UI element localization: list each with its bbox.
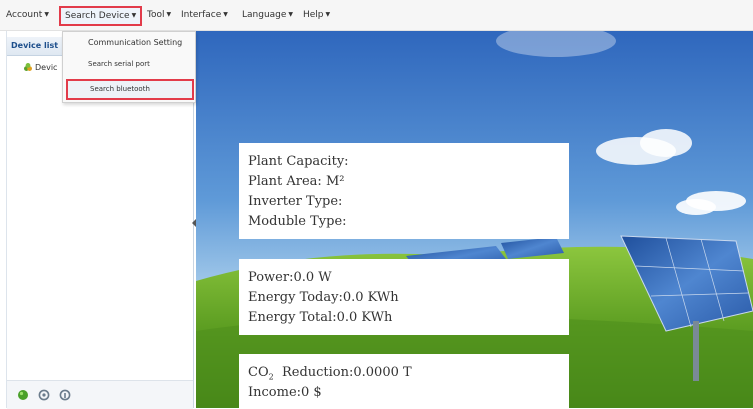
menu-search-device-label: Search Device xyxy=(65,11,130,21)
module-type: Moduble Type: xyxy=(248,214,347,229)
energy-card: Power:0.0 W Energy Today:0.0 KWh Energy … xyxy=(239,259,569,335)
energy-today: Energy Today:0.0 KWh xyxy=(248,290,399,305)
device-panel-toolbar xyxy=(7,380,193,409)
caret-down-icon: ▼ xyxy=(288,11,294,18)
co2-label: CO xyxy=(248,365,269,380)
plant-icon xyxy=(24,63,32,71)
energy-total: Energy Total:0.0 KWh xyxy=(248,310,393,325)
menu-tool[interactable]: Tool ▼ xyxy=(147,10,171,20)
device-tree-item[interactable]: Devic xyxy=(24,63,57,75)
dashboard-area: Plant Capacity: Plant Area: M² Inverter … xyxy=(196,31,753,408)
menu-help[interactable]: Help ▼ xyxy=(303,10,330,20)
menu-item-search-bluetooth[interactable]: Search bluetooth xyxy=(66,79,194,100)
menu-interface-label: Interface xyxy=(181,10,222,20)
menu-language[interactable]: Language ▼ xyxy=(242,10,293,20)
menu-language-label: Language xyxy=(242,10,287,20)
settings-icon[interactable] xyxy=(38,389,50,401)
menu-help-label: Help xyxy=(303,10,324,20)
menu-tool-label: Tool xyxy=(147,10,165,20)
menu-interface[interactable]: Interface ▼ xyxy=(181,10,228,20)
eco-card: CO2 Reduction:0.0000 T Income:0 $ xyxy=(239,354,569,408)
co2-subscript: 2 xyxy=(268,372,274,382)
income-value: Income:0 $ xyxy=(248,385,322,400)
menu-item-search-serial-port[interactable]: Search serial port xyxy=(88,60,150,68)
plant-info-card: Plant Capacity: Plant Area: M² Inverter … xyxy=(239,143,569,239)
inverter-type: Inverter Type: xyxy=(248,194,343,209)
plant-area: Plant Area: M² xyxy=(248,174,345,189)
menu-account[interactable]: Account ▼ xyxy=(6,10,49,20)
caret-down-icon: ▼ xyxy=(44,11,49,18)
caret-down-icon: ▼ xyxy=(166,11,172,18)
search-device-dropdown: Communication Setting Search serial port… xyxy=(62,31,196,103)
device-list-title: Device list xyxy=(11,41,59,50)
caret-down-icon: ▼ xyxy=(223,11,228,18)
plant-capacity: Plant Capacity: xyxy=(248,154,349,169)
device-tree-item-label: Devic xyxy=(35,63,58,72)
menu-item-communication-setting[interactable]: Communication Setting xyxy=(88,38,182,47)
co2-reduction-value: Reduction:0.0000 T xyxy=(281,365,412,380)
caret-down-icon: ▼ xyxy=(325,11,331,18)
power-value: Power:0.0 W xyxy=(248,270,332,285)
caret-down-icon: ▼ xyxy=(131,12,137,19)
menu-account-label: Account xyxy=(6,10,43,20)
info-icon[interactable] xyxy=(59,389,71,401)
status-green-icon[interactable] xyxy=(17,389,29,401)
menu-bar: Account ▼ Search Device ▼ Tool ▼ Interface ▼… xyxy=(0,0,753,31)
menu-search-device[interactable]: Search Device ▼ xyxy=(59,6,143,26)
